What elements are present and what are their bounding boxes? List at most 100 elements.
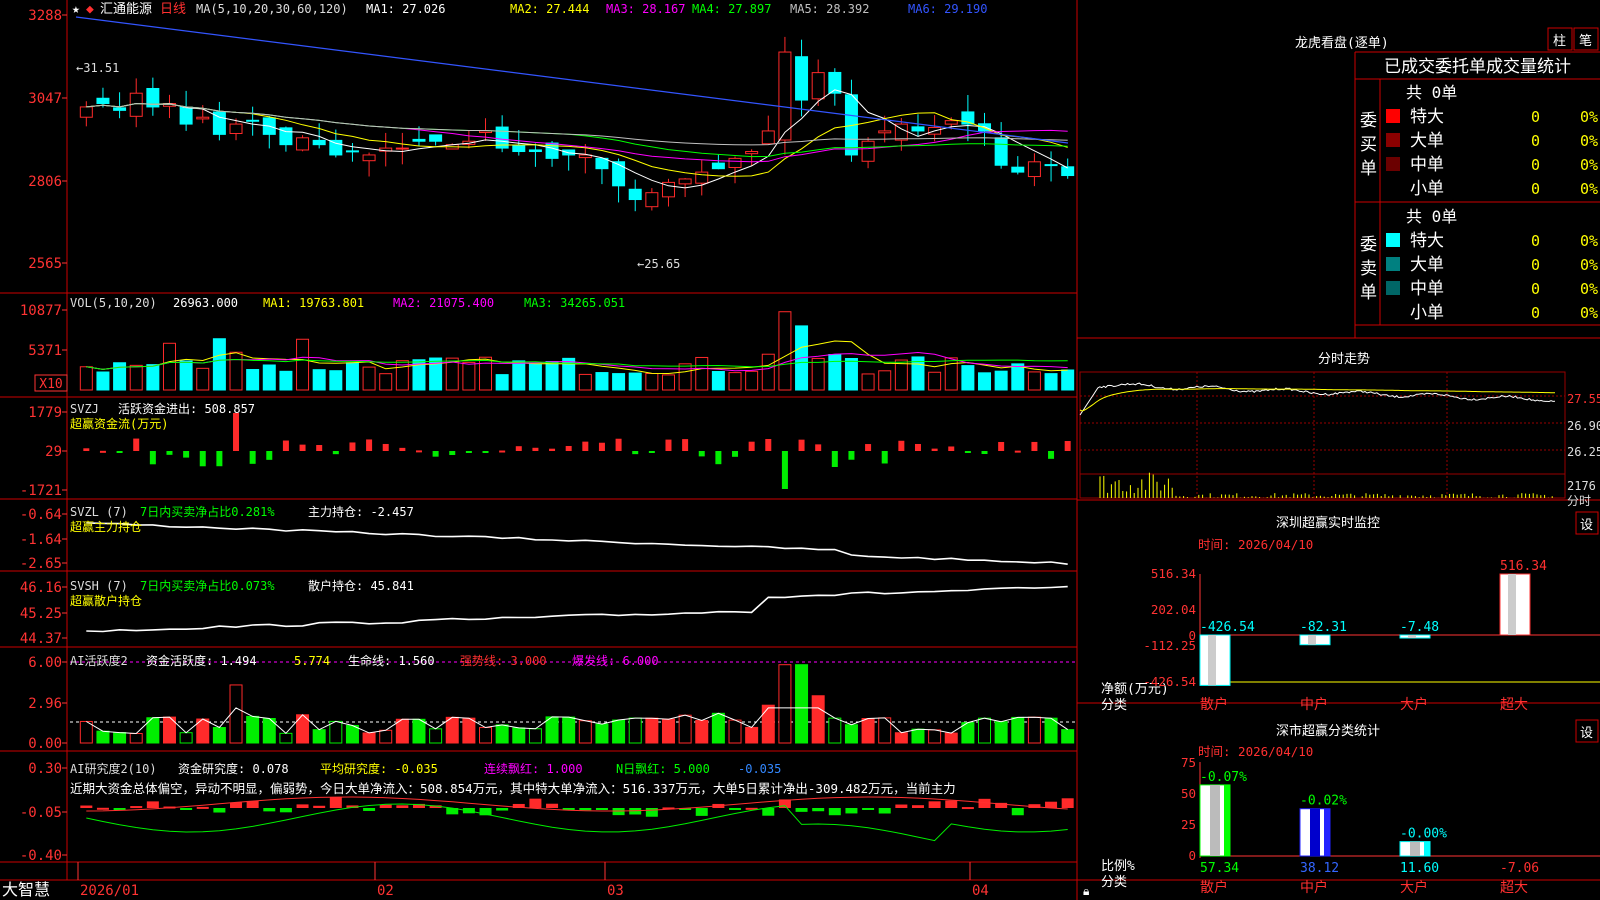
research-bar[interactable] [296, 804, 309, 808]
fund-flow-bar[interactable] [781, 451, 788, 489]
volume-bar[interactable] [761, 353, 775, 391]
fund-flow-bar[interactable] [549, 448, 556, 451]
candle-body[interactable] [861, 140, 875, 162]
activity-bar[interactable] [395, 718, 409, 744]
fund-flow-bar[interactable] [166, 451, 173, 455]
activity-bar[interactable] [379, 729, 393, 744]
research-bar[interactable] [729, 808, 742, 810]
volume-bar[interactable] [844, 358, 858, 391]
research-bar[interactable] [230, 802, 243, 808]
research-bar[interactable] [1061, 798, 1074, 808]
candle-body[interactable] [1044, 164, 1058, 167]
activity-bar[interactable] [795, 664, 809, 744]
fund-flow-bar[interactable] [865, 444, 872, 451]
fund-flow-bar[interactable] [748, 441, 755, 451]
volume-bar[interactable] [345, 362, 359, 391]
research-bar[interactable] [1011, 808, 1024, 816]
volume-bar[interactable] [778, 311, 792, 391]
volume-bar[interactable] [861, 373, 875, 391]
candle-body[interactable] [645, 192, 659, 208]
candle-body[interactable] [196, 116, 210, 120]
activity-bar[interactable] [429, 728, 443, 744]
fund-flow-bar[interactable] [831, 451, 838, 467]
candle-body[interactable] [878, 130, 892, 134]
volume-bar[interactable] [379, 373, 393, 391]
activity-bar[interactable] [312, 729, 326, 744]
volume-bar[interactable] [711, 371, 725, 391]
research-bar[interactable] [878, 808, 891, 814]
volume-bar[interactable] [329, 370, 343, 391]
fund-flow-bar[interactable] [482, 451, 489, 453]
candle-body[interactable] [711, 162, 725, 170]
fund-flow-bar[interactable] [316, 445, 323, 451]
research-bar[interactable] [113, 808, 126, 810]
activity-bar[interactable] [345, 724, 359, 744]
activity-bar[interactable] [545, 716, 559, 744]
fund-flow-bar[interactable] [582, 441, 589, 451]
fund-flow-bar[interactable] [382, 443, 389, 451]
volume-bar[interactable] [196, 367, 210, 391]
volume-panel[interactable]: 10877 5371 X10 [20, 303, 1075, 392]
volume-bar[interactable] [312, 369, 326, 391]
activity-bar[interactable] [1027, 716, 1041, 744]
volume-bar[interactable] [828, 354, 842, 391]
research-bar[interactable] [546, 803, 559, 808]
activity-bar[interactable] [1011, 716, 1025, 744]
research-bar[interactable] [828, 808, 841, 816]
fund-flow-bar[interactable] [532, 447, 539, 451]
fund-flow-bar[interactable] [1064, 441, 1071, 451]
classify-chart[interactable]: 75 50 25 0 -0.07% 57.34 散户 -0.02% 38.12 中户 -0.00% 1… [1181, 755, 1600, 896]
fund-flow-bar[interactable] [1048, 451, 1055, 459]
research-bar[interactable] [529, 798, 542, 808]
activity-bar[interactable] [894, 732, 908, 744]
research-bar[interactable] [928, 801, 941, 808]
research-bar[interactable] [895, 804, 908, 808]
intraday-chart[interactable]: 27.55 26.90 26.25 2176分时 [1079, 371, 1600, 508]
fund-flow-bar[interactable] [515, 446, 522, 451]
fund-flow-bar[interactable] [499, 450, 506, 453]
activity-bar[interactable] [479, 727, 493, 744]
fund-flow-bar[interactable] [266, 451, 273, 460]
fund-flow-bar[interactable] [981, 451, 988, 454]
candle-body[interactable] [678, 178, 692, 185]
candle-body[interactable] [911, 126, 925, 132]
fund-flow-bar[interactable] [332, 451, 339, 455]
candle-body[interactable] [246, 119, 260, 122]
candle-body[interactable] [412, 138, 426, 142]
volume-bar[interactable] [129, 364, 143, 391]
volume-bar[interactable] [545, 361, 559, 391]
fund-flow-bar[interactable] [964, 451, 971, 453]
monitor-settings-label[interactable]: 设 [1580, 518, 1593, 533]
activity-bar[interactable] [362, 732, 376, 744]
activity-bar[interactable] [229, 684, 243, 744]
volume-bar[interactable] [745, 370, 759, 391]
activity-bar[interactable] [462, 717, 476, 744]
research-bar[interactable] [196, 806, 209, 809]
fund-flow-bar[interactable] [914, 443, 921, 451]
volume-bar[interactable] [595, 372, 609, 391]
activity-bar[interactable] [844, 724, 858, 744]
activity-bar[interactable] [661, 718, 675, 744]
volume-bar[interactable] [528, 363, 542, 391]
research-bar[interactable] [961, 807, 974, 810]
research-bar[interactable] [1045, 801, 1058, 808]
activity-bar[interactable] [678, 714, 692, 744]
activity-bar[interactable] [1061, 729, 1075, 744]
volume-bar[interactable] [978, 372, 992, 391]
candle-body[interactable] [296, 137, 310, 151]
activity-bar[interactable] [279, 732, 293, 744]
research-bar[interactable] [213, 808, 226, 813]
candle-body[interactable] [96, 97, 110, 104]
candle-body[interactable] [345, 150, 359, 153]
volume-bar[interactable] [578, 373, 592, 391]
candle-body[interactable] [179, 106, 193, 125]
volume-bar[interactable] [229, 351, 243, 391]
activity-bar[interactable] [778, 664, 792, 744]
candle-body[interactable] [528, 149, 542, 153]
candle-body[interactable] [329, 139, 343, 156]
activity-bar[interactable] [179, 732, 193, 744]
volume-bar[interactable] [928, 371, 942, 391]
fund-flow-bar[interactable] [183, 451, 190, 458]
stock-name[interactable]: 汇通能源 [100, 2, 152, 17]
fund-flow-bar[interactable] [349, 442, 356, 451]
